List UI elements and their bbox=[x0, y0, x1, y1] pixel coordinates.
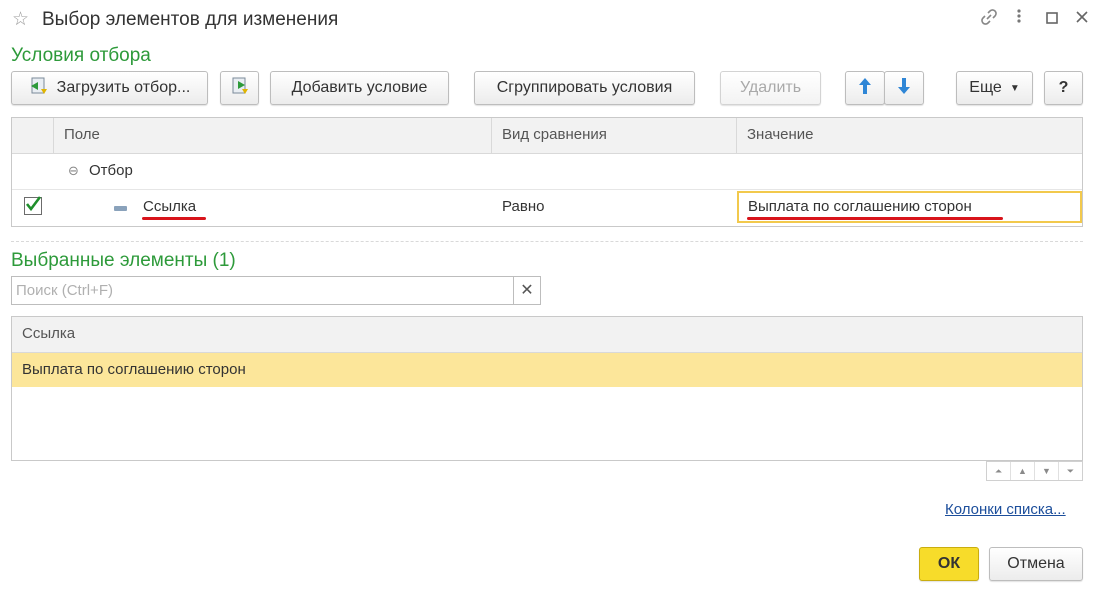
group-label: Отбор bbox=[89, 162, 133, 179]
selected-elements-table: Ссылка Выплата по соглашению сторон bbox=[11, 316, 1083, 461]
table-navigation: ⏶ ▲ ▼ ⏷ bbox=[986, 461, 1083, 481]
save-filter-button[interactable] bbox=[220, 71, 259, 105]
dropdown-arrow-icon: ▼ bbox=[1009, 82, 1020, 94]
selected-section-title: Выбранные элементы (1) bbox=[11, 250, 236, 271]
last-page-icon[interactable]: ⏷ bbox=[1059, 462, 1082, 480]
window-title: Выбор элементов для изменения bbox=[42, 9, 339, 30]
close-icon[interactable] bbox=[1070, 8, 1094, 32]
condition-comparison[interactable]: Равно bbox=[502, 198, 544, 215]
load-filter-button[interactable]: Загрузить отбор... bbox=[11, 71, 208, 105]
maximize-icon[interactable] bbox=[1040, 8, 1064, 32]
condition-enabled-checkbox[interactable] bbox=[24, 196, 42, 215]
move-up-button[interactable] bbox=[845, 71, 885, 105]
column-header-comparison[interactable]: Вид сравнения bbox=[492, 118, 737, 154]
delete-button[interactable]: Удалить bbox=[720, 71, 821, 105]
filter-section-title: Условия отбора bbox=[11, 45, 151, 66]
previous-page-icon[interactable]: ▲ bbox=[1011, 462, 1035, 480]
clear-search-icon[interactable]: ✕ bbox=[513, 276, 541, 305]
condition-field[interactable]: Ссылка bbox=[143, 198, 196, 215]
collapse-icon[interactable]: ⊖ bbox=[68, 163, 79, 179]
condition-value-cell[interactable]: Выплата по соглашению сторон bbox=[737, 191, 1082, 223]
favorite-star-icon[interactable]: ☆ bbox=[12, 10, 32, 30]
group-conditions-button[interactable]: Сгруппировать условия bbox=[474, 71, 695, 105]
filter-condition-row[interactable]: Ссылка Равно Выплата по соглашению сторо… bbox=[12, 190, 1082, 226]
column-header-value[interactable]: Значение bbox=[737, 118, 1082, 154]
next-page-icon[interactable]: ▼ bbox=[1035, 462, 1059, 480]
column-header-field[interactable]: Поле bbox=[54, 118, 492, 154]
load-filter-label: Загрузить отбор... bbox=[56, 79, 191, 96]
move-down-button[interactable] bbox=[884, 71, 924, 105]
filter-conditions-table: Поле Вид сравнения Значение ⊖ Отбор Ссыл… bbox=[11, 117, 1083, 227]
filter-table-header: Поле Вид сравнения Значение bbox=[12, 118, 1082, 154]
save-filter-icon bbox=[230, 76, 250, 101]
field-red-underline bbox=[142, 217, 206, 220]
add-condition-button[interactable]: Добавить условие bbox=[270, 71, 449, 105]
checkbox-column-header bbox=[12, 118, 54, 154]
list-columns-link[interactable]: Колонки списка... bbox=[945, 501, 1066, 518]
condition-value: Выплата по соглашению сторон bbox=[748, 198, 972, 215]
cancel-button[interactable]: Отмена bbox=[989, 547, 1083, 581]
filter-group-row[interactable]: ⊖ Отбор bbox=[12, 154, 1082, 190]
field-type-icon bbox=[114, 206, 127, 211]
ok-button[interactable]: ОК bbox=[919, 547, 979, 581]
more-menu-button[interactable]: Еще ▼ bbox=[956, 71, 1033, 105]
value-red-underline bbox=[747, 217, 1003, 220]
link-icon[interactable] bbox=[977, 8, 1001, 32]
section-divider bbox=[11, 241, 1083, 242]
load-filter-icon bbox=[29, 76, 49, 101]
help-button[interactable]: ? bbox=[1044, 71, 1083, 105]
arrow-down-icon bbox=[897, 77, 911, 100]
table-row[interactable]: Выплата по соглашению сторон bbox=[12, 353, 1082, 387]
more-icon[interactable] bbox=[1007, 8, 1031, 32]
search-input[interactable]: Поиск (Ctrl+F) bbox=[11, 276, 514, 305]
more-menu-label: Еще bbox=[969, 79, 1002, 96]
column-header-link[interactable]: Ссылка bbox=[12, 317, 1082, 353]
arrow-up-icon bbox=[858, 77, 872, 100]
first-page-icon[interactable]: ⏶ bbox=[987, 462, 1011, 480]
